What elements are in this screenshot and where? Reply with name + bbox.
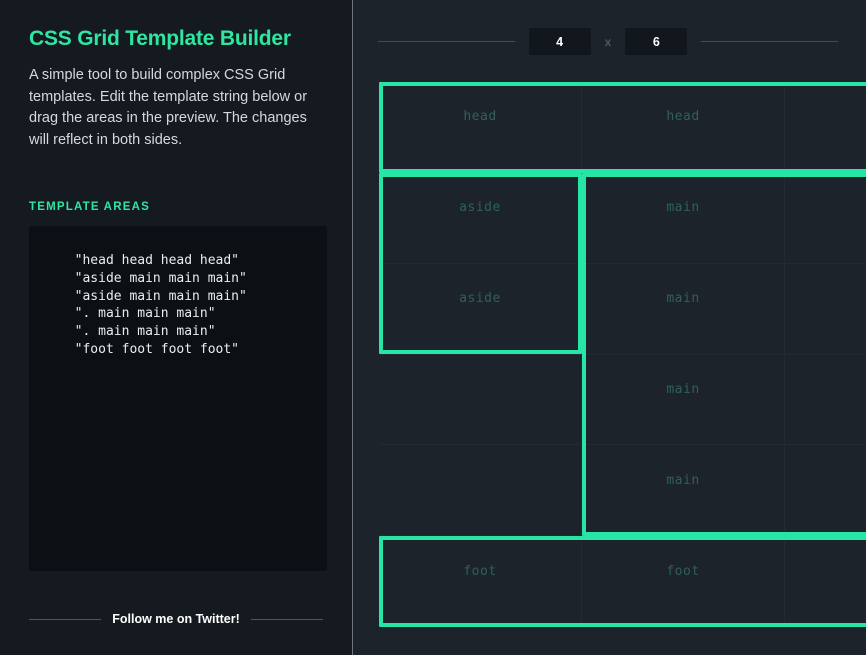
page-title: CSS Grid Template Builder	[29, 27, 291, 50]
grid-cell[interactable]	[379, 354, 582, 446]
right-panel: x headheadheadheadasidemainmainmainaside…	[353, 0, 866, 655]
footer: Follow me on Twitter!	[29, 612, 324, 626]
dimension-rule-right	[701, 41, 838, 42]
dimension-separator: x	[604, 34, 612, 49]
app-root: CSS Grid Template Builder A simple tool …	[0, 0, 866, 655]
left-panel: CSS Grid Template Builder A simple tool …	[0, 0, 353, 655]
grid-preview: headheadheadheadasidemainmainmainasidema…	[379, 82, 866, 627]
grid-area-outline-head[interactable]	[379, 82, 866, 173]
app-description: A simple tool to build complex CSS Grid …	[29, 67, 308, 148]
twitter-link[interactable]: Follow me on Twitter!	[112, 612, 240, 626]
template-areas-input[interactable]	[29, 226, 327, 571]
grid-area-outline-foot[interactable]	[379, 536, 866, 627]
dimension-controls: x	[378, 28, 838, 55]
grid-cell[interactable]	[379, 445, 582, 537]
dimension-rule-left	[378, 41, 515, 42]
grid-area-outline-aside[interactable]	[379, 172, 582, 355]
rows-input[interactable]	[625, 28, 688, 55]
columns-input[interactable]	[528, 28, 591, 55]
footer-rule-right	[250, 618, 324, 620]
grid-area-outline-main[interactable]	[582, 172, 866, 537]
template-areas-label: TEMPLATE AREAS	[29, 201, 150, 213]
footer-rule-left	[29, 618, 102, 620]
